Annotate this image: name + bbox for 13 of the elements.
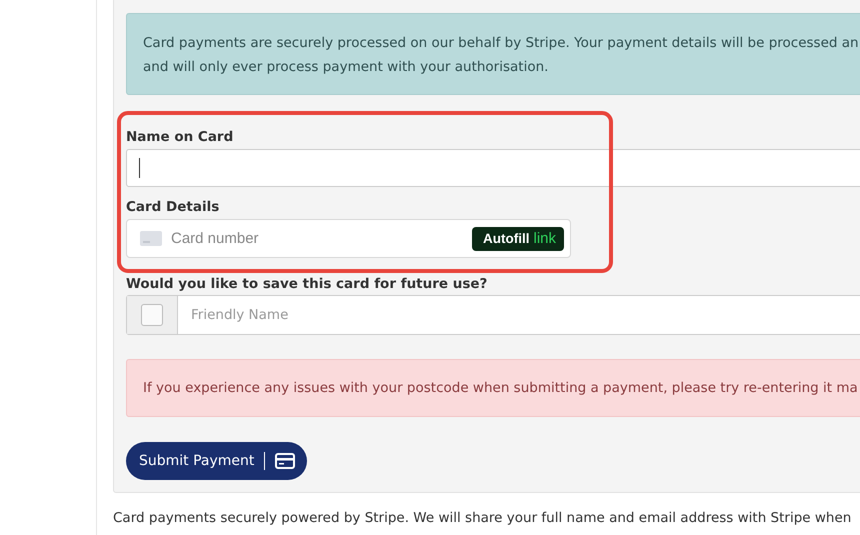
field-label: Name on Card	[126, 129, 234, 145]
card-icon	[140, 231, 162, 246]
footer-text: Card payments securely powered by Stripe. We will share your full name and email address with Stripe when	[113, 510, 852, 526]
field-label: Card Details	[126, 199, 220, 215]
autofill-button[interactable]: Autofill link	[472, 226, 564, 250]
save-card-checkbox[interactable]	[141, 304, 163, 326]
field-label: Would you like to save this card for future use?	[126, 276, 488, 292]
warning-notice: If you experience any issues with your postcode when submitting a payment, please try re-entering it ma	[126, 359, 860, 417]
card-number-field[interactable]: Card number Autofill link	[126, 219, 571, 258]
card-icon	[275, 453, 296, 469]
submit-payment-button[interactable]: Submit Payment	[126, 442, 308, 480]
name-input-field[interactable]	[126, 149, 860, 187]
info-notice: Card payments are securely processed on our behalf by Stripe. Your payment details will be processed an and will only ever process payment with your authorisation.	[126, 13, 860, 95]
